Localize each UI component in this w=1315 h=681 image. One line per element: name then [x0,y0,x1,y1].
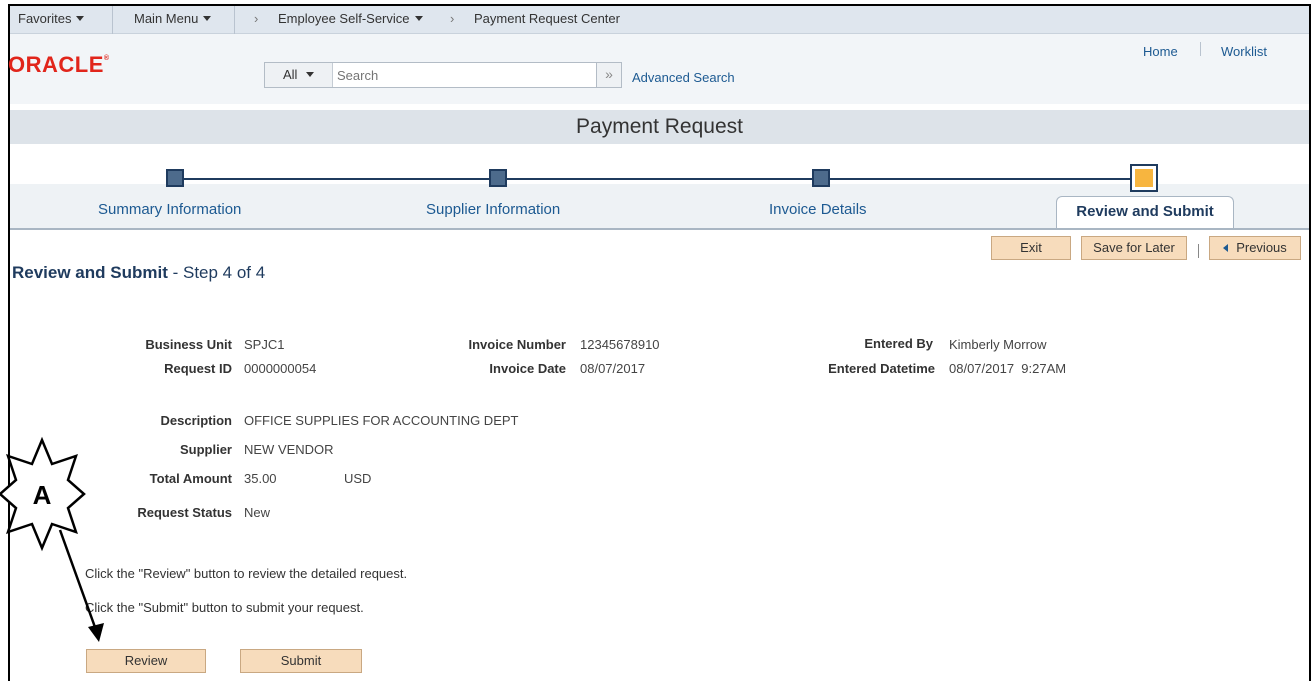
request-status-label: Request Status [137,505,232,520]
total-amount-value: 35.00 [244,471,277,486]
nav-employee-self-service[interactable]: Employee Self-Service [278,11,423,26]
chevron-down-icon [414,16,423,21]
nav-payment-request-center[interactable]: Payment Request Center [474,11,620,26]
toolbar-divider [1198,244,1199,258]
step-stop-supplier[interactable] [489,169,507,187]
nav-ess-label: Employee Self-Service [278,11,410,26]
total-amount-label: Total Amount [149,471,232,486]
tab-review-and-submit[interactable]: Review and Submit [1056,196,1234,228]
search-scope-label: All [283,67,298,82]
nav-divider [112,6,113,34]
breadcrumb-chevron-icon: › [254,11,259,26]
callout-arrow-line [58,529,98,631]
train-bottom-border [10,228,1309,230]
submit-button[interactable]: Submit [240,649,362,673]
tab-supplier-information[interactable]: Supplier Information [426,201,560,218]
business-unit-value: SPJC1 [244,337,285,352]
request-id-value: 0000000054 [244,361,317,376]
description-value: OFFICE SUPPLIES FOR ACCOUNTING DEPT [244,413,519,428]
nav-main-menu[interactable]: Main Menu [134,11,212,26]
step-heading: Review and Submit - Step 4 of 4 [12,263,265,283]
breadcrumb-chevron-icon: › [450,11,455,26]
supplier-value: NEW VENDOR [244,442,334,457]
step-stop-review-active[interactable] [1130,164,1158,192]
supplier-label: Supplier [179,442,232,457]
save-for-later-button[interactable]: Save for Later [1081,236,1187,260]
worklist-link[interactable]: Worklist [1221,44,1267,59]
callout-annotation: A [0,436,104,642]
step-stop-summary[interactable] [166,169,184,187]
step-stop-invoice[interactable] [812,169,830,187]
oracle-logo: ORACLE® [8,52,110,78]
entered-datetime-value: 08/07/2017 9:27AM [949,361,1067,376]
trademark-icon: ® [103,55,110,62]
home-link[interactable]: Home [1143,44,1178,59]
invoice-number-value: 12345678910 [580,337,660,352]
page-title: Payment Request [10,110,1309,144]
nav-favorites-label: Favorites [18,11,72,26]
currency-code: USD [344,471,372,486]
double-chevron-right-icon: » [605,66,613,82]
request-status-value: New [244,505,271,520]
previous-label: Previous [1236,240,1287,255]
entered-datetime-label: Entered Datetime [828,361,935,376]
entered-by-value: Kimberly Morrow [949,337,1047,352]
search-go-button[interactable]: » [596,62,622,88]
tab-summary-information[interactable]: Summary Information [98,201,241,218]
entered-by-label: Entered By [864,336,933,351]
invoice-date-value: 08/07/2017 [580,361,646,376]
review-button[interactable]: Review [86,649,206,673]
previous-button[interactable]: Previous [1209,236,1301,260]
tab-invoice-details[interactable]: Invoice Details [769,201,867,218]
header-divider [1200,42,1201,56]
nav-main-menu-label: Main Menu [134,11,199,26]
chevron-down-icon [76,16,85,21]
app-frame: Favorites Main Menu › Employee Self-Serv… [8,4,1311,681]
step-train: Summary Information Supplier Information… [10,144,1309,230]
invoice-date-label: Invoice Date [489,361,566,376]
invoice-number-label: Invoice Number [468,337,566,352]
logo-text: ORACLE [8,52,104,77]
nav-divider [234,6,235,34]
callout-letter: A [33,480,52,510]
page-header: ORACLE® All » Advanced Search Home Workl… [8,34,1309,104]
description-label: Description [160,413,232,428]
chevron-down-icon [203,16,212,21]
active-step-marker [1135,169,1153,187]
exit-button[interactable]: Exit [991,236,1071,260]
arrow-head-icon [88,623,104,642]
request-id-label: Request ID [164,361,232,376]
top-nav-bar: Favorites Main Menu › Employee Self-Serv… [10,6,1309,34]
nav-favorites[interactable]: Favorites [18,11,85,26]
train-connector-line [176,178,1142,180]
advanced-search-link[interactable]: Advanced Search [632,70,735,85]
arrow-left-icon [1223,244,1229,252]
search-input[interactable] [335,63,597,87]
review-instruction: Click the "Review" button to review the … [85,566,408,581]
step-heading-count: - Step 4 of 4 [167,263,266,282]
search-scope-select[interactable]: All [265,63,333,87]
chevron-down-icon [306,72,315,77]
search-box: All [264,62,599,88]
business-unit-label: Business Unit [145,337,232,352]
step-heading-bold: Review and Submit [12,263,168,282]
